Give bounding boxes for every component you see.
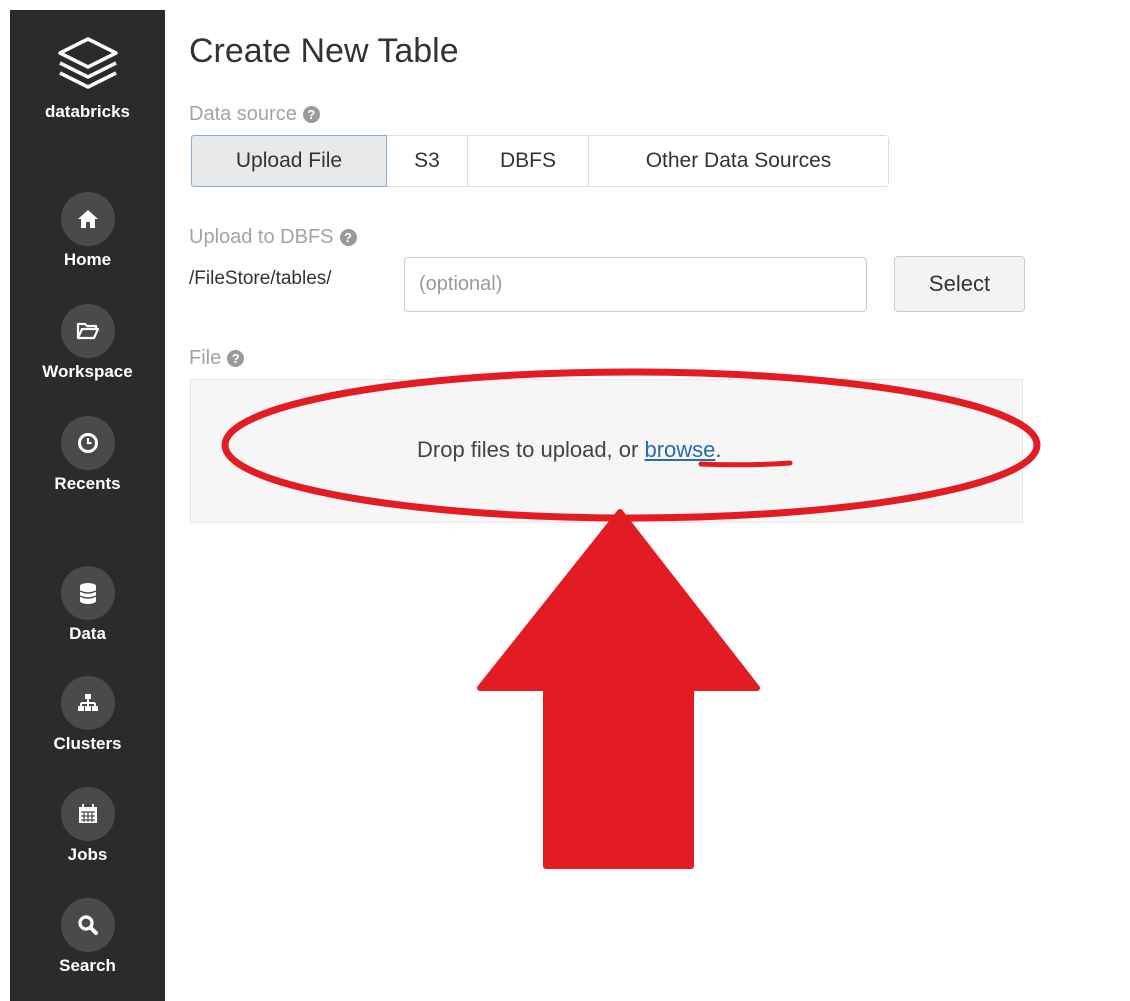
sidebar-item-clusters[interactable]: Clusters xyxy=(10,676,165,754)
sidebar-item-label: Search xyxy=(59,956,116,975)
tab-other-data-sources[interactable]: Other Data Sources xyxy=(589,136,888,186)
brand-name: databricks xyxy=(44,102,131,121)
database-icon xyxy=(79,583,96,604)
sidebar-item-label: Clusters xyxy=(53,734,122,753)
tab-dbfs[interactable]: DBFS xyxy=(468,136,589,186)
sidebar-item-search[interactable]: Search xyxy=(10,898,165,976)
page: databricks Home Workspace Recents Data C… xyxy=(0,0,1130,1001)
sidebar: databricks Home Workspace Recents Data C… xyxy=(10,10,165,1001)
arrow-up xyxy=(477,509,760,869)
dropzone-text: Drop files to upload, or browse. xyxy=(417,437,722,463)
sidebar-item-label: Jobs xyxy=(67,845,108,864)
path-prefix: /FileStore/tables/ xyxy=(189,268,332,289)
data-source-label-text: Data source xyxy=(189,103,297,125)
data-source-tabs: Upload File S3 DBFS Other Data Sources xyxy=(191,135,889,187)
help-icon[interactable]: ? xyxy=(227,350,245,367)
drop-instructions: Drop files to upload, or xyxy=(417,437,639,462)
help-icon[interactable]: ? xyxy=(302,106,320,123)
sidebar-item-label: Home xyxy=(63,250,112,269)
dbfs-path-input[interactable] xyxy=(404,257,867,312)
clock-icon xyxy=(77,433,98,453)
sitemap-icon xyxy=(77,694,98,711)
sidebar-item-data[interactable]: Data xyxy=(10,566,165,644)
browse-link[interactable]: browse xyxy=(644,437,715,462)
tab-s3[interactable]: S3 xyxy=(387,136,468,186)
sidebar-item-label: Recents xyxy=(54,474,121,493)
file-label: File ? xyxy=(189,347,245,370)
file-label-text: File xyxy=(189,347,222,369)
search-icon xyxy=(77,915,98,935)
tab-upload-file[interactable]: Upload File xyxy=(191,135,387,187)
help-icon[interactable]: ? xyxy=(339,229,357,246)
calendar-icon xyxy=(78,804,97,823)
sidebar-item-jobs[interactable]: Jobs xyxy=(10,787,165,865)
sidebar-item-label: Data xyxy=(69,624,106,643)
upload-dbfs-label: Upload to DBFS ? xyxy=(189,226,357,249)
brand-logo[interactable]: databricks xyxy=(10,36,165,122)
layers-icon xyxy=(57,37,118,89)
sidebar-item-label: Workspace xyxy=(42,362,133,381)
sidebar-item-workspace[interactable]: Workspace xyxy=(10,304,165,382)
home-icon xyxy=(77,210,98,228)
data-source-label: Data source ? xyxy=(189,103,320,126)
page-title: Create New Table xyxy=(189,32,459,70)
upload-dbfs-label-text: Upload to DBFS xyxy=(189,226,334,248)
drop-text-period: . xyxy=(715,437,722,462)
sidebar-item-home[interactable]: Home xyxy=(10,192,165,270)
sidebar-item-recents[interactable]: Recents xyxy=(10,416,165,494)
folder-icon xyxy=(76,322,99,340)
select-button[interactable]: Select xyxy=(894,256,1025,312)
